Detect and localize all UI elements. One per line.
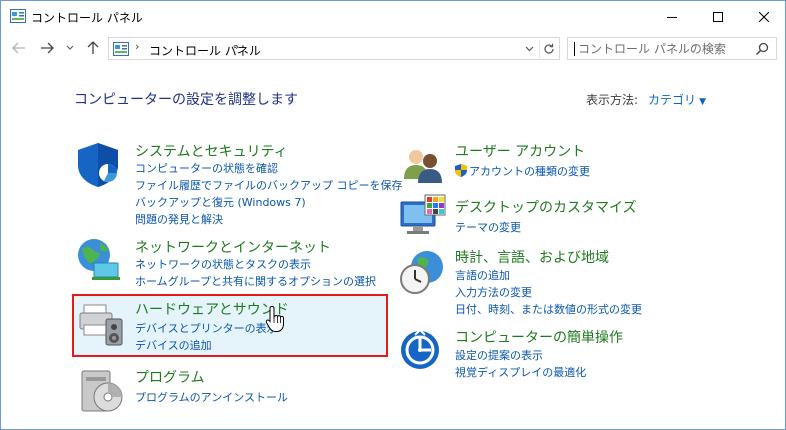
category-ease-of-access: コンピューターの簡単操作 設定の提案の表示 視覚ディスプレイの最適化 xyxy=(399,327,769,379)
text-caret xyxy=(574,42,575,56)
refresh-button[interactable] xyxy=(539,40,557,58)
address-dropdown-button[interactable] xyxy=(521,41,537,57)
shield-icon xyxy=(78,143,118,187)
network-globe-icon xyxy=(78,239,120,280)
link-file-history-backup[interactable]: ファイル履歴でファイルのバックアップ コピーを保存 xyxy=(135,177,403,193)
breadcrumb-separator[interactable]: › xyxy=(235,40,239,53)
forward-arrow-icon xyxy=(41,42,54,54)
chevron-down-icon xyxy=(525,46,533,52)
link-change-input-method[interactable]: 入力方法の変更 xyxy=(455,284,532,300)
search-input[interactable] xyxy=(578,41,748,57)
category-title-clock-language-region[interactable]: 時計、言語、および地域 xyxy=(455,247,609,267)
dropdown-arrow-icon[interactable]: ▼ xyxy=(699,97,706,107)
forward-button[interactable] xyxy=(37,38,57,58)
control-panel-icon xyxy=(113,42,129,56)
category-title-network-internet[interactable]: ネットワークとインターネット xyxy=(135,237,331,257)
category-title-ease-of-access[interactable]: コンピューターの簡単操作 xyxy=(455,327,623,347)
link-backup-restore[interactable]: バックアップと復元 (Windows 7) xyxy=(135,194,306,210)
view-by-selector[interactable]: 表示方法: カテゴリ ▼ xyxy=(586,91,706,108)
chevron-down-icon xyxy=(66,45,74,50)
search-icon[interactable] xyxy=(754,41,770,57)
programs-disc-icon xyxy=(81,370,123,412)
category-user-accounts: ユーザー アカウント アカウントの種類の変更 xyxy=(399,141,769,187)
uac-shield-icon xyxy=(455,164,467,177)
title-bar: コントロール パネル xyxy=(1,1,785,32)
close-icon xyxy=(759,11,769,22)
recent-locations-button[interactable] xyxy=(63,38,77,58)
back-arrow-icon xyxy=(12,42,25,54)
close-button[interactable] xyxy=(741,1,786,32)
category-title-user-accounts[interactable]: ユーザー アカウント xyxy=(455,141,585,161)
up-button[interactable] xyxy=(83,38,103,58)
minimize-button[interactable] xyxy=(649,1,695,32)
ease-of-access-icon xyxy=(401,329,439,369)
link-find-fix-problems[interactable]: 問題の発見と解決 xyxy=(135,211,223,227)
link-add-device[interactable]: デバイスの追加 xyxy=(135,337,212,353)
category-network-internet: ネットワークとインターネット ネットワークの状態とタスクの表示 ホームグループと… xyxy=(74,237,384,289)
link-network-status[interactable]: ネットワークの状態とタスクの表示 xyxy=(135,256,311,272)
address-bar[interactable]: › コントロール パネル › xyxy=(108,37,560,60)
category-system-security: システムとセキュリティ コンピューターの状態を確認 ファイル履歴でファイルのバッ… xyxy=(74,141,403,231)
window-title: コントロール パネル xyxy=(31,11,143,25)
navigation-bar: › コントロール パネル › xyxy=(1,32,785,64)
back-button[interactable] xyxy=(9,38,29,58)
clock-globe-icon xyxy=(400,251,443,294)
category-clock-language-region: 時計、言語、および地域 言語の追加 入力方法の変更 日付、時刻、または数値の形式… xyxy=(399,247,769,317)
breadcrumb-separator[interactable]: › xyxy=(135,40,139,53)
maximize-button[interactable] xyxy=(695,1,741,32)
up-arrow-icon xyxy=(87,41,99,54)
hand-pointer-cursor-icon xyxy=(265,305,284,332)
search-box[interactable] xyxy=(567,37,777,60)
maximize-icon xyxy=(713,11,723,22)
link-homegroup-sharing[interactable]: ホームグループと共有に関するオプションの選択 xyxy=(135,273,376,289)
minimize-icon xyxy=(667,16,677,18)
category-title-programs[interactable]: プログラム xyxy=(135,367,205,387)
view-by-label: 表示方法: xyxy=(586,93,639,107)
category-title-system-security[interactable]: システムとセキュリティ xyxy=(135,141,288,161)
monitor-palette-icon xyxy=(400,194,446,234)
link-devices-printers[interactable]: デバイスとプリンターの表示 xyxy=(135,320,278,336)
control-panel-icon xyxy=(10,9,26,23)
link-change-date-time-number-format[interactable]: 日付、時刻、または数値の形式の変更 xyxy=(455,301,642,317)
breadcrumb-control-panel[interactable]: コントロール パネル xyxy=(149,42,261,59)
link-suggested-settings[interactable]: 設定の提案の表示 xyxy=(455,347,543,363)
category-programs: プログラム プログラムのアンインストール xyxy=(74,367,384,412)
view-by-value[interactable]: カテゴリ xyxy=(648,93,696,107)
category-hardware-sound: ハードウェアとサウンド デバイスとプリンターの表示 デバイスの追加 xyxy=(74,299,384,353)
link-change-theme[interactable]: テーマの変更 xyxy=(455,219,521,235)
link-check-computer-status[interactable]: コンピューターの状態を確認 xyxy=(135,160,278,176)
category-desktop-customize: デスクトップのカスタマイズ テーマの変更 xyxy=(399,194,769,240)
page-title: コンピューターの設定を調整します xyxy=(74,92,298,108)
link-add-language[interactable]: 言語の追加 xyxy=(455,267,510,283)
printer-speaker-icon xyxy=(79,304,123,346)
refresh-icon xyxy=(543,43,554,54)
control-panel-window: コントロール パネル › コントロール パネル › コントロール パネルの検索 … xyxy=(0,0,786,430)
link-change-account-type[interactable]: アカウントの種類の変更 xyxy=(469,163,590,179)
link-uninstall-program[interactable]: プログラムのアンインストール xyxy=(135,389,288,405)
link-optimize-visual-display[interactable]: 視覚ディスプレイの最適化 xyxy=(455,364,586,380)
category-title-desktop-customize[interactable]: デスクトップのカスタマイズ xyxy=(455,197,637,217)
users-icon xyxy=(404,150,442,183)
